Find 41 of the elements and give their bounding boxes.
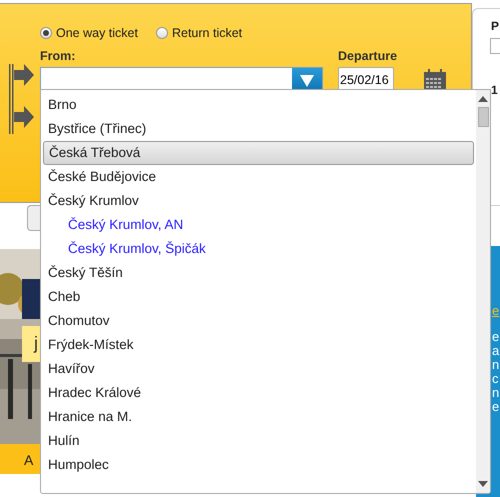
- radio-button[interactable]: [156, 27, 168, 40]
- scroll-thumb[interactable]: [478, 107, 489, 127]
- side-field[interactable]: [490, 38, 500, 54]
- dropdown-option[interactable]: Humpolec: [41, 453, 476, 477]
- radio-label[interactable]: One way ticket: [56, 24, 138, 43]
- scrollbar[interactable]: [476, 90, 490, 493]
- dropdown-option[interactable]: Český Krumlov: [41, 189, 476, 213]
- info-text: a: [492, 344, 500, 358]
- from-label: From:: [40, 48, 76, 65]
- info-text: e: [492, 330, 500, 344]
- dropdown-option[interactable]: České Budějovice: [41, 165, 476, 189]
- radio-button[interactable]: [40, 27, 52, 40]
- dropdown-option[interactable]: Hradec Králové: [41, 381, 476, 405]
- banner-footer-text: A: [24, 452, 34, 468]
- dropdown-option[interactable]: Cheb: [41, 285, 476, 309]
- dropdown-option[interactable]: Hulín: [41, 429, 476, 453]
- caret-icon: [300, 75, 314, 87]
- dropdown-option[interactable]: Hranice na M.: [41, 405, 476, 429]
- info-text: c: [492, 372, 500, 386]
- dropdown-option[interactable]: Brno: [41, 93, 476, 117]
- calendar-icon[interactable]: [424, 68, 446, 90]
- dropdown-option[interactable]: Český Krumlov, Špičák: [41, 237, 476, 261]
- banner-subtitle: j: [22, 326, 40, 362]
- route-arrows-icon: [8, 64, 36, 134]
- info-text: n: [492, 386, 500, 400]
- dropdown-option[interactable]: Česká Třebová: [43, 141, 474, 165]
- radio-label[interactable]: Return ticket: [172, 24, 242, 43]
- dropdown-option[interactable]: Bystřice (Třinec): [41, 117, 476, 141]
- dropdown-option[interactable]: Chomutov: [41, 309, 476, 333]
- dropdown-option[interactable]: Havířov: [41, 357, 476, 381]
- dropdown-option[interactable]: Frýdek-Místek: [41, 333, 476, 357]
- dropdown-option[interactable]: Český Krumlov, AN: [41, 213, 476, 237]
- scroll-up-icon[interactable]: [478, 96, 488, 102]
- info-text: n: [492, 358, 500, 372]
- scroll-down-icon[interactable]: [478, 481, 488, 487]
- info-text: e: [492, 400, 500, 414]
- dropdown-option[interactable]: Český Těšín: [41, 261, 476, 285]
- banner-title-box: [22, 279, 40, 319]
- side-text: 1: [491, 82, 499, 99]
- departure-label: Departure: [338, 48, 398, 65]
- side-label: P: [491, 18, 500, 35]
